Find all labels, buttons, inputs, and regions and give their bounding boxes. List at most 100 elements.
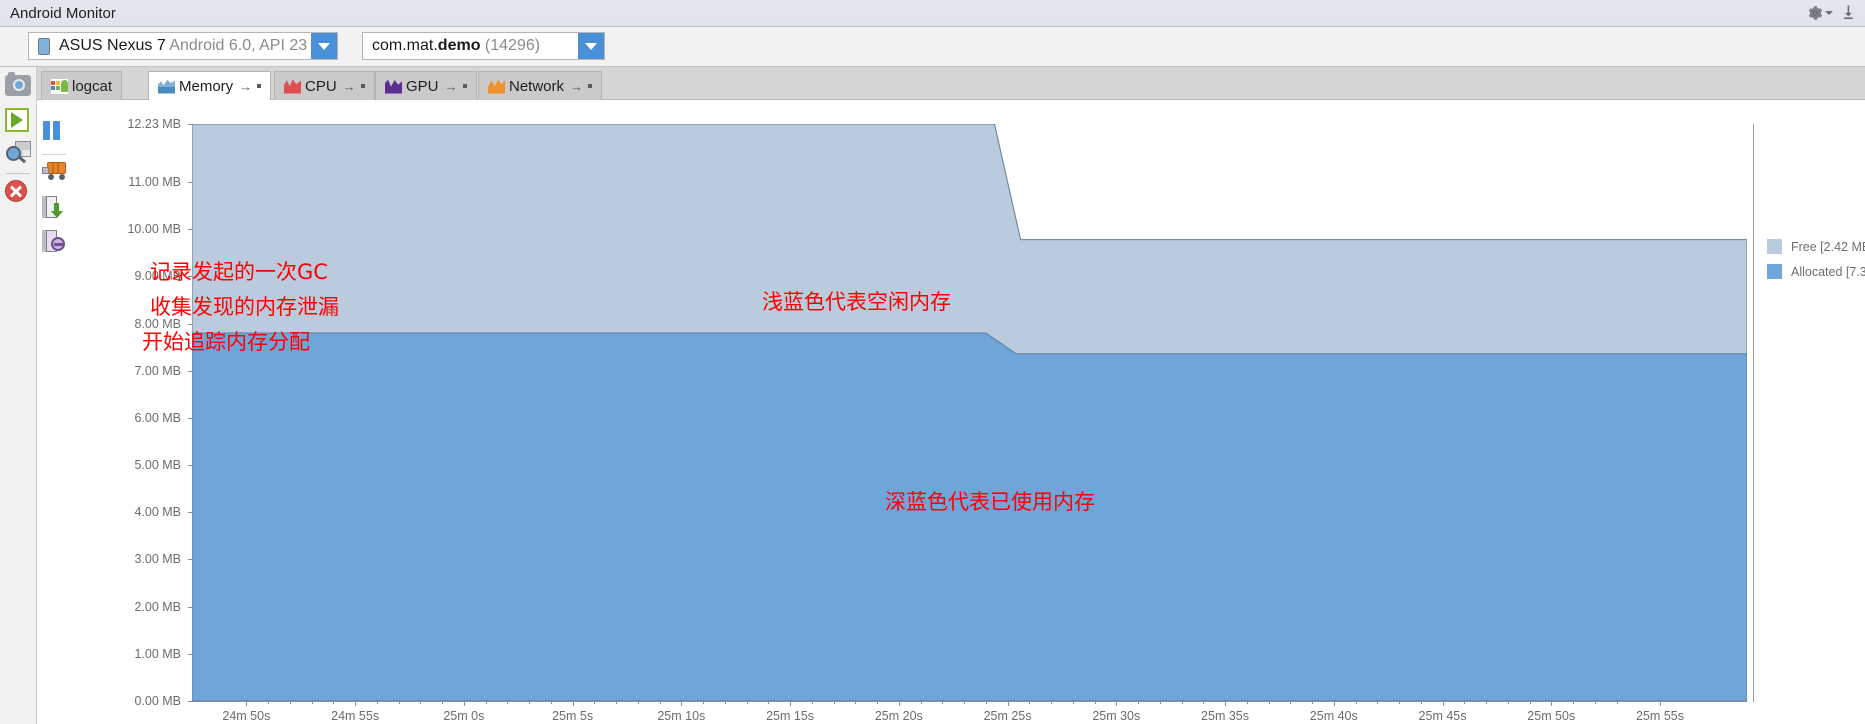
x-axis-minor-tick: [1072, 701, 1074, 704]
x-axis-minor-tick: [1420, 701, 1422, 704]
y-axis-tick-label: 3.00 MB: [134, 552, 181, 567]
initiate-gc-button[interactable]: [42, 162, 67, 187]
phone-icon: [38, 37, 50, 55]
x-axis-tick-label: 25m 20s: [874, 709, 923, 723]
device-selection-bar: ASUS Nexus 7 Android 6.0, API 23 com.mat…: [0, 27, 1865, 67]
screen-record-button[interactable]: [5, 108, 31, 134]
x-axis-minor-tick: [1507, 701, 1509, 704]
x-axis-tick-mark: [1551, 701, 1553, 706]
legend-label: Free [2.42 MB]: [1791, 239, 1865, 254]
detach-arrow-icon[interactable]: →: [570, 79, 583, 94]
tab-label: GPU: [406, 77, 439, 95]
x-axis-tick-label: 25m 40s: [1309, 709, 1358, 723]
device-name: ASUS Nexus 7: [59, 37, 166, 54]
allocation-tracker-button[interactable]: [42, 230, 67, 255]
x-axis-minor-tick: [507, 701, 509, 704]
annotation-text: 开始追踪内存分配: [142, 330, 310, 354]
collapse-icon[interactable]: [1840, 4, 1857, 21]
gear-icon: [1808, 5, 1823, 20]
pin-icon[interactable]: [360, 84, 365, 88]
x-axis-tick-label: 25m 5s: [552, 709, 594, 723]
record-play-icon: [5, 108, 29, 132]
terminate-application-button[interactable]: [5, 180, 31, 206]
x-axis-minor-tick: [616, 701, 618, 704]
x-axis-minor-tick: [703, 701, 705, 704]
x-axis-minor-tick: [811, 701, 813, 704]
x-axis-minor-tick: [985, 701, 987, 704]
x-axis-minor-tick: [1159, 701, 1161, 704]
x-axis-minor-tick: [1529, 701, 1531, 704]
x-axis-tick-mark: [246, 701, 248, 706]
memory-chart-panel: 12.23 MB 11.00 MB 10.00 MB 9.00 MB 8.00 MB 7.…: [70, 101, 1865, 724]
detach-arrow-icon[interactable]: →: [239, 79, 252, 94]
x-axis-minor-tick: [855, 701, 857, 704]
x-axis-minor-tick: [1138, 701, 1140, 704]
tab-gpu[interactable]: GPU →: [375, 71, 477, 100]
y-axis-tick-label: 6.00 MB: [134, 410, 181, 425]
x-axis-tick-label: 25m 55s: [1636, 709, 1684, 723]
x-axis-minor-tick: [942, 701, 944, 704]
y-axis-tick-label: 5.00 MB: [134, 458, 181, 473]
annotation-text: 深蓝色代表已使用内存: [885, 490, 1095, 514]
device-dropdown[interactable]: ASUS Nexus 7 Android 6.0, API 23: [28, 32, 338, 60]
legend-swatch: [1767, 239, 1782, 254]
x-axis-minor-tick: [1377, 701, 1379, 704]
x-axis-minor-tick: [1594, 701, 1596, 704]
tab-memory[interactable]: Memory →: [148, 71, 272, 100]
settings-button[interactable]: [1807, 5, 1833, 21]
x-axis-minor-tick: [333, 701, 335, 704]
pin-icon[interactable]: [462, 84, 467, 88]
pause-button[interactable]: [42, 120, 67, 145]
area-series-allocated: [192, 332, 1747, 701]
screen-capture-button[interactable]: [5, 72, 31, 101]
x-axis-tick-label: 24m 55s: [331, 709, 380, 723]
monitor-left-toolbar: [0, 67, 37, 724]
x-axis-minor-tick: [1464, 701, 1466, 704]
pin-icon[interactable]: [257, 84, 262, 88]
y-axis-tick-label: 1.00 MB: [134, 646, 181, 661]
detach-arrow-icon[interactable]: →: [445, 79, 458, 94]
x-axis-tick-mark: [572, 701, 574, 706]
legend-item[interactable]: Free [2.42 MB]: [1767, 239, 1865, 254]
process-prefix: com.mat.: [372, 37, 438, 54]
detach-arrow-icon[interactable]: →: [343, 79, 356, 94]
window-title-bar: Android Monitor: [0, 0, 1865, 27]
y-axis-tick-label: 10.00 MB: [127, 222, 181, 237]
process-dropdown-button[interactable]: [578, 33, 604, 59]
dump-java-heap-button[interactable]: [42, 196, 67, 221]
chevron-down-icon: [318, 42, 330, 50]
x-axis-minor-tick: [1312, 701, 1314, 704]
tab-cpu[interactable]: CPU →: [274, 71, 375, 100]
x-axis-tick-label: 25m 35s: [1201, 709, 1250, 723]
y-axis-tick-label: 4.00 MB: [134, 505, 181, 520]
legend-item[interactable]: Allocated [7.36 MB]: [1767, 264, 1865, 279]
x-axis-minor-tick: [529, 701, 531, 704]
pin-icon[interactable]: [588, 84, 593, 88]
device-detail: Android 6.0, API 23: [169, 37, 308, 54]
tab-label: logcat: [72, 77, 113, 95]
x-axis-tick-mark: [790, 701, 792, 706]
monitor-tab-strip: logcat Memory → CPU → GPU → Network →: [37, 67, 1865, 100]
x-axis-minor-tick: [1399, 701, 1401, 704]
chevron-down-icon: [585, 42, 597, 50]
x-axis-tick-label: 25m 0s: [443, 709, 485, 723]
tab-logcat[interactable]: logcat: [41, 71, 123, 100]
x-axis-minor-tick: [311, 701, 313, 704]
process-dropdown[interactable]: com.mat.demo (14296): [362, 32, 605, 60]
legend-swatch: [1767, 264, 1782, 279]
memory-area-chart[interactable]: [192, 124, 1747, 701]
tab-network[interactable]: Network →: [478, 71, 603, 100]
x-axis-minor-tick: [1203, 701, 1205, 704]
legend-label: Allocated [7.36 MB]: [1791, 264, 1865, 279]
x-axis-tick-mark: [681, 701, 683, 706]
x-axis-minor-tick: [1573, 701, 1574, 704]
x-axis-minor-tick: [550, 701, 552, 704]
x-axis-minor-tick: [637, 701, 639, 704]
x-axis-minor-tick: [1181, 701, 1183, 704]
x-axis-minor-tick: [833, 701, 835, 704]
device-dropdown-button[interactable]: [311, 33, 337, 59]
layout-inspector-button[interactable]: [5, 141, 31, 167]
x-axis-minor-tick: [1051, 701, 1053, 704]
toolbar-divider: [42, 154, 66, 155]
x-axis-tick-mark: [1007, 701, 1009, 706]
